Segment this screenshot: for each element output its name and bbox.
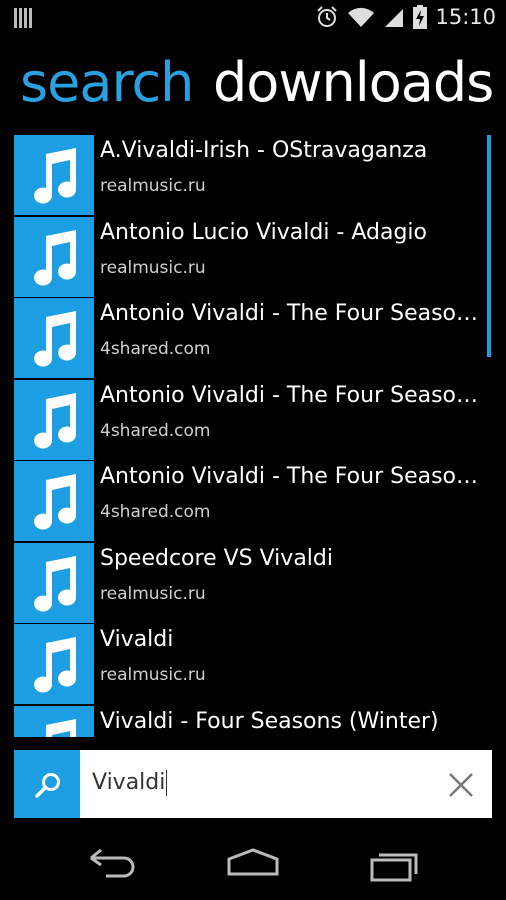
list-item[interactable]: Antonio Lucio Vivaldi - Adagio realmusic…	[14, 217, 484, 297]
list-item[interactable]: Speedcore VS Vivaldi realmusic.ru	[14, 543, 484, 623]
results-list[interactable]: A.Vivaldi-Irish - OStravaganza realmusic…	[0, 133, 506, 737]
list-item[interactable]: Antonio Vivaldi - The Four Seasons - Aut…	[14, 461, 484, 541]
track-title: Vivaldi	[100, 627, 174, 652]
list-item[interactable]: Vivaldi - Four Seasons (Winter)	[14, 706, 484, 737]
track-title: Antonio Vivaldi - The Four Seasons - Spr…	[100, 301, 484, 326]
search-input-value: Vivaldi	[92, 770, 166, 795]
list-item[interactable]: A.Vivaldi-Irish - OStravaganza realmusic…	[14, 135, 484, 215]
music-note-icon	[14, 706, 94, 737]
tab-search[interactable]: search	[20, 52, 194, 114]
alarm-icon	[315, 5, 339, 29]
track-source: realmusic.ru	[100, 665, 206, 685]
track-source: realmusic.ru	[100, 176, 206, 196]
wifi-icon	[347, 6, 375, 28]
music-note-icon	[14, 135, 94, 215]
battery-charging-icon	[413, 5, 428, 29]
track-source: 4shared.com	[100, 421, 211, 441]
notification-bars-icon	[14, 7, 34, 33]
track-title: Vivaldi - Four Seasons (Winter)	[100, 709, 439, 734]
track-source: realmusic.ru	[100, 584, 206, 604]
list-item[interactable]: Antonio Vivaldi - The Four Seasons - Spr…	[14, 298, 484, 378]
track-source: realmusic.ru	[100, 258, 206, 278]
search-input[interactable]: Vivaldi	[92, 770, 168, 796]
home-button[interactable]	[226, 848, 280, 882]
close-icon	[449, 773, 473, 797]
track-title: Antonio Vivaldi - The Four Seasons - Aut…	[100, 464, 484, 489]
music-note-icon	[14, 624, 94, 704]
music-note-icon	[14, 298, 94, 378]
search-bar: Vivaldi	[14, 750, 492, 818]
music-note-icon	[14, 461, 94, 541]
list-item[interactable]: Antonio Vivaldi - The Four Seasons - Sum…	[14, 380, 484, 460]
track-title: Speedcore VS Vivaldi	[100, 546, 333, 571]
text-caret	[166, 770, 168, 796]
list-item[interactable]: Vivaldi realmusic.ru	[14, 624, 484, 704]
status-bar: 15:10	[0, 0, 506, 36]
cell-signal-icon	[383, 6, 405, 28]
music-note-icon	[14, 380, 94, 460]
search-button[interactable]	[14, 750, 80, 818]
tab-downloads[interactable]: downloads	[213, 52, 494, 114]
home-icon	[227, 848, 279, 876]
track-title: Antonio Vivaldi - The Four Seasons - Sum…	[100, 383, 484, 408]
search-icon	[35, 773, 60, 798]
track-title: Antonio Lucio Vivaldi - Adagio	[100, 220, 428, 245]
list-scrollbar[interactable]	[487, 135, 491, 357]
track-title: A.Vivaldi-Irish - OStravaganza	[100, 138, 428, 163]
system-nav-bar	[0, 828, 506, 900]
back-button[interactable]	[88, 848, 136, 882]
header-tabs: search downloads	[0, 52, 506, 114]
clear-button[interactable]	[444, 768, 478, 802]
music-note-icon	[14, 217, 94, 297]
recent-apps-icon	[370, 853, 418, 882]
track-source: 4shared.com	[100, 502, 211, 522]
status-time: 15:10	[435, 5, 496, 29]
back-arrow-icon	[90, 848, 135, 878]
track-source: 4shared.com	[100, 339, 211, 359]
music-note-icon	[14, 543, 94, 623]
recent-apps-button[interactable]	[370, 848, 420, 886]
